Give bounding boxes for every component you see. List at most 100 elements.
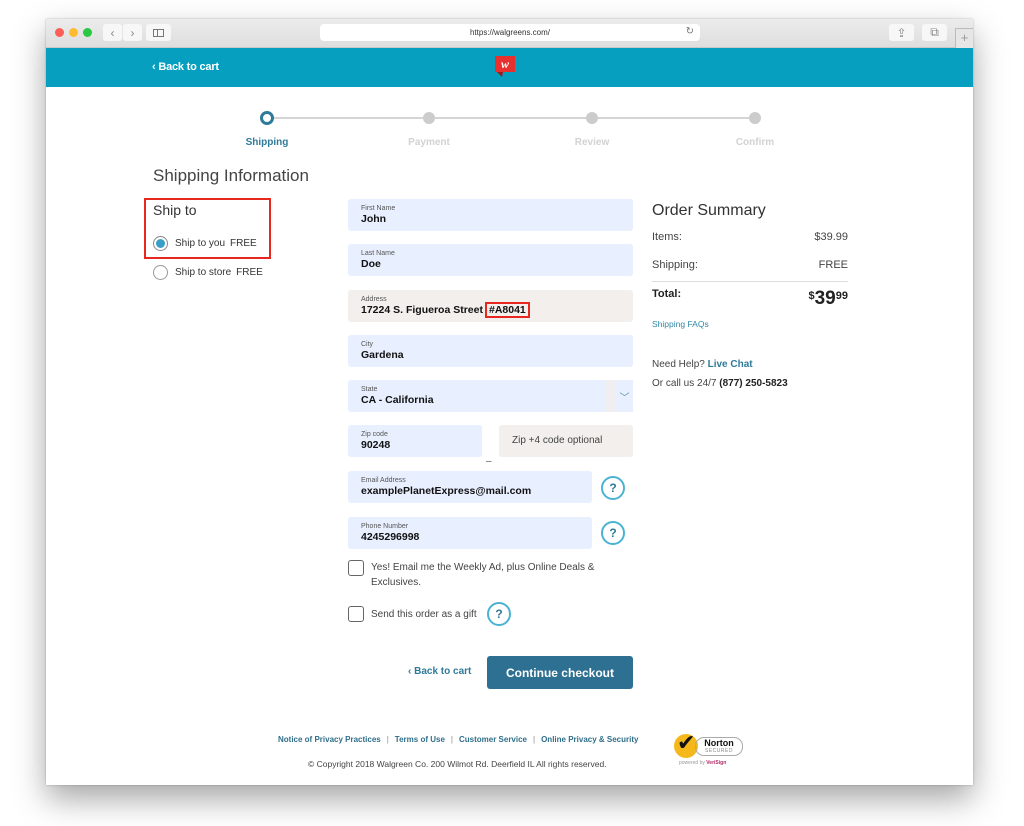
verisign-text: VeriSign [706, 760, 727, 766]
step-label-payment: Payment [408, 137, 450, 148]
weekly-ad-checkbox[interactable] [348, 560, 364, 576]
first-name-value: John [361, 213, 387, 225]
address-value: 17224 S. Figueroa Street [361, 304, 483, 316]
zip-dash: – [486, 456, 492, 467]
ship-to-you-option[interactable]: Ship to you FREE [153, 236, 257, 251]
browser-titlebar: ‹ › https://walgreens.com/ ↻ ⇪ ⧉ + [46, 19, 973, 48]
phone-help-icon[interactable]: ? [601, 521, 625, 545]
live-chat-link[interactable]: Live Chat [708, 359, 753, 370]
show-tabs-button[interactable]: ⧉ [922, 24, 947, 41]
footer-separator: | [533, 735, 536, 744]
shipping-faqs-link[interactable]: Shipping FAQs [652, 319, 709, 329]
zip4-placeholder: Zip +4 code optional [512, 435, 603, 446]
zip-code-field[interactable]: Zip code 90248 [348, 425, 482, 457]
summary-items-row: Items: $39.99 [652, 231, 848, 243]
address-field[interactable]: Address 17224 S. Figueroa Street #A8041 [348, 290, 633, 322]
tabs-icon: ⧉ [930, 25, 939, 39]
norton-secured-badge[interactable]: Norton SECURED powered by VeriSign [674, 728, 746, 770]
minimize-window-button[interactable] [69, 28, 78, 37]
summary-divider [652, 281, 848, 282]
total-dollars: 39 [814, 288, 836, 309]
address-value-line: 17224 S. Figueroa Street #A8041 [361, 302, 633, 318]
phone-value: 4245296998 [361, 531, 420, 543]
last-name-field[interactable]: Last Name Doe [348, 244, 633, 276]
gift-help-icon[interactable]: ? [487, 602, 511, 626]
step-dot-shipping [260, 111, 274, 125]
sidebar-toggle-button[interactable] [146, 24, 171, 41]
ship-to-heading: Ship to [153, 202, 197, 218]
support-phone: (877) 250-5823 [719, 378, 788, 389]
norton-name: Norton [704, 738, 734, 748]
ship-to-you-label: Ship to you [175, 238, 226, 249]
address-bar[interactable]: https://walgreens.com/ ↻ [320, 24, 700, 41]
gift-option[interactable]: Send this order as a gift [348, 606, 477, 622]
email-field[interactable]: Email Address examplePlanetExpress@mail.… [348, 471, 592, 503]
copyright-text: © Copyright 2018 Walgreen Co. 200 Wilmot… [308, 759, 607, 769]
gift-checkbox[interactable] [348, 606, 364, 622]
footer-link-online-privacy[interactable]: Online Privacy & Security [541, 735, 638, 744]
total-cents: 99 [835, 290, 848, 302]
plus-icon: + [960, 30, 969, 45]
ship-to-store-price: FREE [236, 267, 263, 278]
city-label: City [361, 341, 374, 348]
page-title: Shipping Information [153, 166, 309, 185]
need-help-text: Need Help? Live Chat [652, 359, 753, 370]
email-help-icon[interactable]: ? [601, 476, 625, 500]
zip-code-label: Zip code [361, 431, 388, 438]
zip4-field[interactable]: Zip +4 code optional [499, 425, 633, 457]
url-text: https://walgreens.com/ [469, 28, 551, 37]
browser-forward-button[interactable]: › [123, 24, 142, 41]
phone-field[interactable]: Phone Number 4245296998 [348, 517, 592, 549]
step-label-review: Review [574, 137, 610, 148]
continue-checkout-button[interactable]: Continue checkout [487, 656, 633, 689]
state-select[interactable]: State CA - California ﹀ [348, 380, 633, 412]
state-label: State [361, 386, 378, 393]
step-label-shipping: Shipping [245, 137, 289, 148]
norton-secured-text: SECURED [705, 748, 733, 754]
need-help-label: Need Help? [652, 359, 705, 370]
footer-separator: | [450, 735, 453, 744]
last-name-label: Last Name [361, 250, 395, 257]
zip-code-value: 90248 [361, 439, 391, 451]
total-label: Total: [652, 288, 682, 300]
checkout-progress: Shipping Payment Review Confirm [46, 99, 973, 159]
shipping-value: FREE [818, 259, 848, 271]
city-field[interactable]: City Gardena [348, 335, 633, 367]
footer-link-customer-service[interactable]: Customer Service [459, 735, 527, 744]
share-button[interactable]: ⇪ [889, 24, 914, 41]
back-to-cart-link[interactable]: ‹ Back to cart [408, 666, 471, 677]
sidebar-icon [153, 28, 164, 37]
close-window-button[interactable] [55, 28, 64, 37]
call-us-text: Or call us 24/7 (877) 250-5823 [652, 378, 788, 389]
address-unit-highlight: #A8041 [484, 302, 530, 318]
step-dot-payment [423, 112, 435, 124]
radio-ship-to-store[interactable] [153, 265, 168, 280]
first-name-field[interactable]: First Name John [348, 199, 633, 231]
chevron-down-icon[interactable]: ﹀ [606, 380, 633, 412]
items-label: Items: [652, 231, 682, 243]
norton-powered-by: powered by VeriSign [679, 760, 726, 766]
weekly-ad-option[interactable]: Yes! Email me the Weekly Ad, plus Online… [348, 560, 618, 590]
browser-window: ‹ › https://walgreens.com/ ↻ ⇪ ⧉ + ‹ Bac… [46, 19, 973, 785]
walgreens-logo[interactable]: w [495, 56, 515, 78]
maximize-window-button[interactable] [83, 28, 92, 37]
footer-link-terms[interactable]: Terms of Use [395, 735, 445, 744]
city-value: Gardena [361, 349, 404, 361]
site-header: ‹ Back to cart w [46, 48, 973, 87]
powered-by-text: powered by [679, 760, 705, 766]
chevron-left-icon: ‹ [110, 25, 115, 40]
chevron-right-icon: › [130, 25, 135, 40]
footer-link-privacy-practices[interactable]: Notice of Privacy Practices [278, 735, 381, 744]
order-summary-title: Order Summary [652, 202, 766, 219]
radio-ship-to-you[interactable] [153, 236, 168, 251]
items-value: $39.99 [814, 231, 848, 243]
new-tab-button[interactable]: + [955, 28, 973, 48]
ship-to-store-option[interactable]: Ship to store FREE [153, 265, 263, 280]
summary-shipping-row: Shipping: FREE [652, 259, 848, 271]
browser-back-button[interactable]: ‹ [103, 24, 122, 41]
share-icon: ⇪ [896, 25, 907, 40]
call-us-label: Or call us 24/7 [652, 378, 717, 389]
header-back-to-cart-link[interactable]: ‹ Back to cart [152, 61, 219, 73]
norton-badge-label: Norton SECURED [695, 737, 743, 756]
reload-icon[interactable]: ↻ [686, 26, 694, 37]
